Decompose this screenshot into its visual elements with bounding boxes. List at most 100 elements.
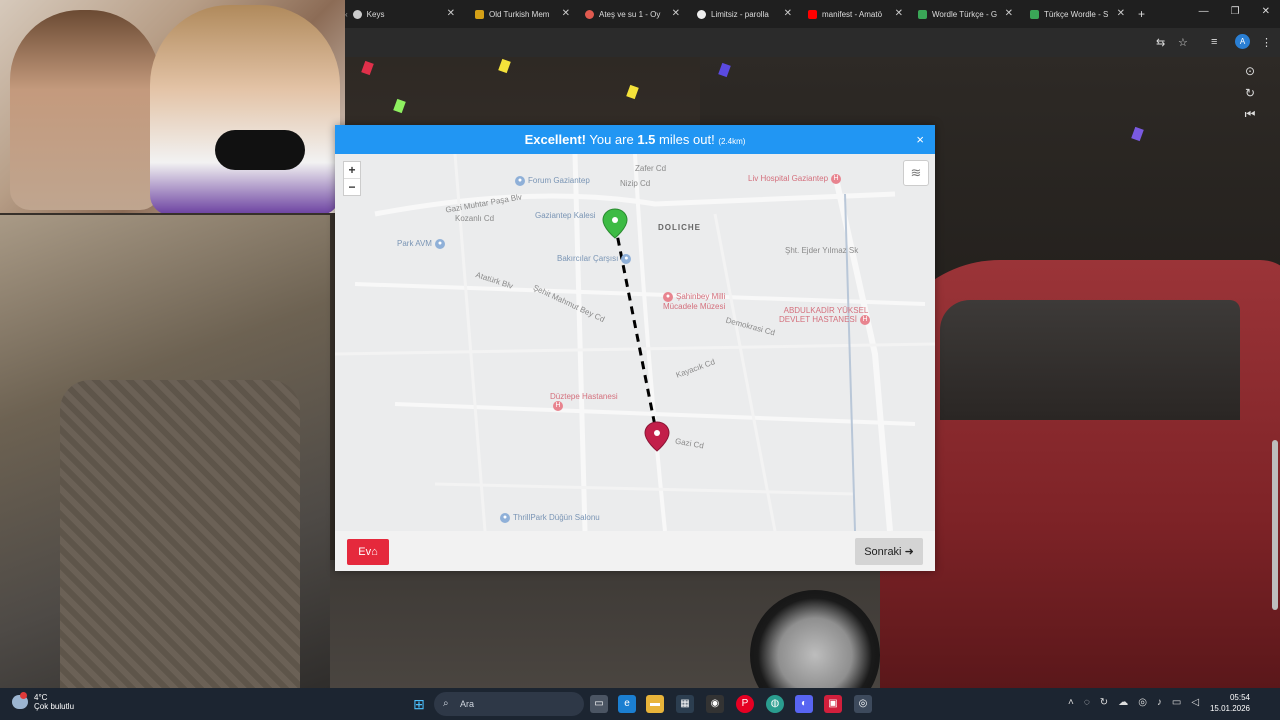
confetti-piece [393, 98, 406, 114]
site-favicon-icon [475, 9, 484, 19]
tab-label: Türkçe Wordle - S [1044, 9, 1109, 19]
sync-icon[interactable]: ↻ [1100, 697, 1108, 708]
chrome-tray-icon[interactable]: ◎ [1138, 697, 1147, 708]
close-tab-icon[interactable]: ✕ [447, 8, 455, 19]
weather-widget[interactable]: 4°C Çok bulutlu [12, 692, 75, 711]
poi-abdulkadir-yuksel[interactable]: ABDULKADİR YÜKSEL DEVLET HASTANESİ H [771, 306, 881, 325]
chevron-up-icon[interactable]: ˄ [1068, 697, 1074, 708]
arrow-right-icon: ➜ [904, 546, 914, 558]
result-modal: Excellent! You are 1.5 miles out! (2.4km… [335, 125, 935, 571]
confetti-piece [626, 84, 639, 100]
compass-icon[interactable]: ⊙ [1240, 64, 1260, 78]
zoom-control: + − [343, 161, 361, 196]
youtube-icon [808, 9, 817, 19]
new-tab-button[interactable]: + [1138, 4, 1150, 24]
tab-limitsiz[interactable]: Limitsiz - parolla ✕ [697, 4, 792, 24]
maximize-button[interactable]: ❐ [1231, 6, 1240, 17]
result-distance-km: (2.4km) [718, 137, 746, 146]
poi-park-avm[interactable]: Park AVM ● [397, 239, 448, 249]
clock[interactable]: 05:54 15.01.2026 [1210, 692, 1250, 714]
home-button[interactable]: Ev⌂ [347, 539, 389, 565]
zoom-in-button[interactable]: + [344, 162, 360, 178]
result-text-prefix: You are [589, 132, 634, 147]
profile-avatar[interactable]: A [1235, 34, 1250, 49]
task-view-icon[interactable]: ▭ [590, 695, 608, 713]
tab-label: manifest - Amatö [822, 9, 883, 19]
tab-manifest[interactable]: manifest - Amatö ✕ [808, 4, 903, 24]
street-label: Şht. Ejder Yılmaz Sk [785, 246, 859, 255]
rewind-icon[interactable]: ⏮ [1240, 107, 1260, 122]
volume-icon[interactable]: ◁ [1191, 697, 1199, 708]
browser-toolbar: ⇆ ☆ ≡ A ⋮ [345, 28, 1280, 57]
globe-icon[interactable]: ◍ [766, 695, 784, 713]
close-tab-icon[interactable]: ✕ [672, 8, 680, 19]
shopping-icon: ● [621, 254, 632, 264]
close-tab-icon[interactable]: ✕ [895, 8, 903, 19]
tray-app-icon[interactable]: ◌ [1084, 697, 1090, 708]
scrollbar-thumb[interactable] [1272, 440, 1278, 610]
file-explorer-icon[interactable]: ▬ [646, 695, 664, 713]
app-icon[interactable]: ▣ [824, 695, 842, 713]
site-favicon-icon [697, 9, 706, 19]
window-controls: — ❐ ✕ [1199, 6, 1270, 17]
media-controls-icon[interactable]: ≡ [1211, 36, 1217, 48]
poi-gaziantep-kalesi[interactable]: Gaziantep Kalesi [535, 211, 595, 220]
tab-old-turkish[interactable]: Old Turkish Mem ✕ [475, 4, 570, 24]
alert-badge [20, 692, 27, 699]
close-tab-icon[interactable]: ✕ [562, 8, 570, 19]
translate-icon[interactable]: ⇆ [1156, 36, 1165, 49]
cloud-icon [12, 692, 28, 709]
close-tab-icon[interactable]: ✕ [784, 8, 792, 19]
street-label: Zafer Cd [635, 164, 667, 173]
shopping-icon: ● [515, 176, 525, 186]
poi-thrillpark[interactable]: ● ThrillPark Düğün Salonu [500, 513, 600, 523]
poi-forum-gaziantep[interactable]: ● Forum Gaziantep [515, 176, 590, 186]
result-header: Excellent! You are 1.5 miles out! (2.4km… [335, 125, 935, 154]
network-icon[interactable]: ▭ [1172, 697, 1181, 708]
windows-taskbar: 4°C Çok bulutlu ⊞ ⌕ Ara ▭ e ▬ ▦ ◉ P ◍ ◐ … [0, 688, 1280, 720]
tab-label: Limitsiz - parolla [711, 9, 769, 19]
zoom-out-button[interactable]: − [344, 178, 360, 195]
minimize-button[interactable]: — [1199, 6, 1209, 17]
onedrive-icon[interactable]: ☁ [1118, 697, 1128, 708]
car-window [940, 300, 1240, 420]
edge-icon[interactable]: e [618, 695, 636, 713]
confetti-piece [498, 58, 511, 74]
street-label: Kozanlı Cd [455, 214, 495, 223]
poi-duztepe-hastanesi[interactable]: Düztepe HastanesiH [550, 392, 620, 411]
headphones [215, 130, 305, 170]
close-icon[interactable]: × [916, 125, 924, 154]
close-window-button[interactable]: ✕ [1262, 6, 1270, 17]
tab-turkce-wordle[interactable]: Türkçe Wordle - S ✕ [1030, 4, 1125, 24]
discord-icon[interactable]: ◐ [795, 695, 813, 713]
start-windows-icon[interactable]: ⊞ [410, 695, 428, 713]
bookmark-star-icon[interactable]: ☆ [1178, 36, 1188, 49]
tab-wordle-turkce[interactable]: Wordle Türkçe - G ✕ [918, 4, 1013, 24]
modal-footer: Ev⌂ Sonraki ➜ [335, 531, 935, 571]
next-button[interactable]: Sonraki ➜ [855, 538, 923, 565]
microphone-icon[interactable]: ♪ [1157, 697, 1162, 708]
close-tab-icon[interactable]: ✕ [1117, 8, 1125, 19]
poi-sahinbey-muzesi[interactable]: ● Şahinbey Milli Mücadele Müzesi [663, 292, 753, 311]
poi-liv-hospital[interactable]: Liv Hospital Gaziantep H [748, 174, 844, 184]
tab-keys[interactable]: ‹ Keys ✕ [345, 4, 455, 24]
poi-bakircilar-carsisi[interactable]: Bakırcılar Çarşısı ● [557, 254, 634, 264]
chrome-icon[interactable]: ◎ [854, 695, 872, 713]
layers-icon[interactable]: ≋ [903, 160, 929, 186]
close-tab-icon[interactable]: ✕ [1005, 8, 1013, 19]
github-icon[interactable]: ◉ [706, 695, 724, 713]
hospital-icon: H [859, 315, 870, 325]
store-icon[interactable]: ▦ [676, 695, 694, 713]
menu-kebab-icon[interactable]: ⋮ [1261, 36, 1272, 49]
streamer-right [150, 5, 340, 213]
result-distance: 1.5 [637, 132, 656, 147]
result-text-suffix: miles out! [659, 132, 715, 147]
result-map[interactable]: DOLICHE Zafer Cd Nizip Cd Şht. Ejder Yıl… [335, 154, 935, 531]
tab-ates-ve-su[interactable]: Ateş ve su 1 - Oy ✕ [585, 4, 680, 24]
hospital-icon: H [553, 401, 563, 411]
refresh-icon[interactable]: ↻ [1240, 86, 1260, 100]
pinterest-icon[interactable]: P [736, 695, 754, 713]
taskbar-search[interactable]: ⌕ Ara [434, 692, 584, 716]
clock-date: 15.01.2026 [1209, 704, 1250, 713]
weather-desc: Çok bulutlu [34, 702, 75, 711]
